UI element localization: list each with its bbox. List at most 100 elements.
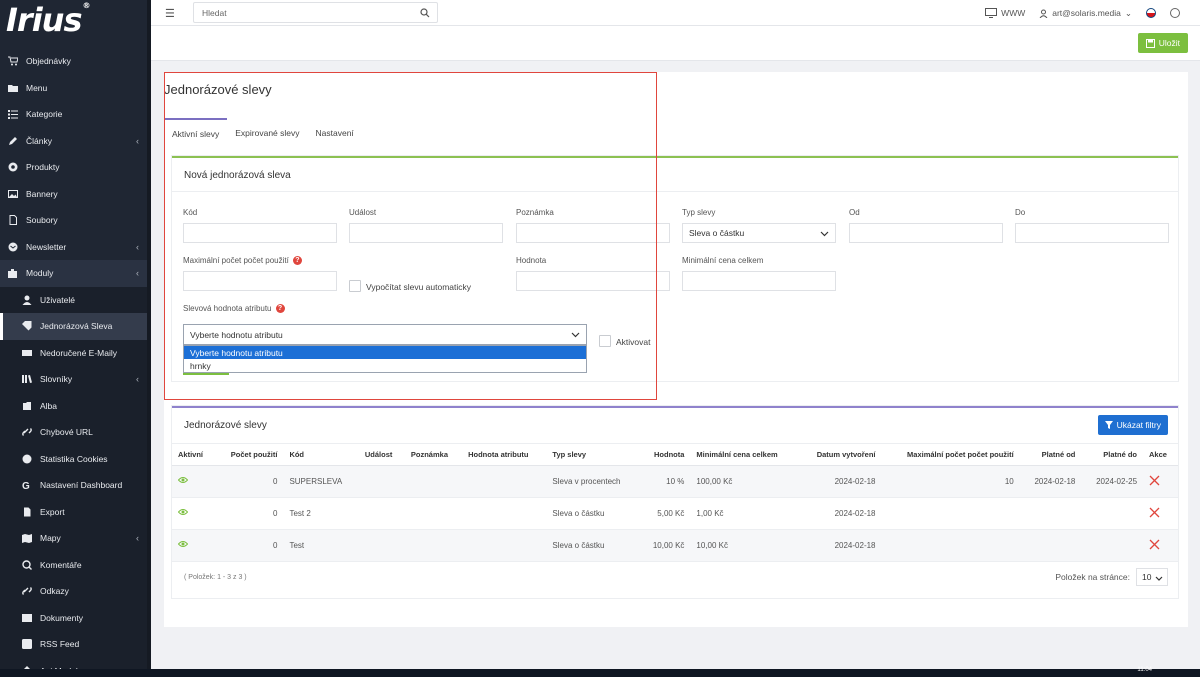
search-placeholder: Hledat bbox=[202, 7, 227, 18]
column-header[interactable]: Událost bbox=[358, 445, 405, 466]
sidebar-item-uzivatele[interactable]: Uživatelé bbox=[0, 286, 151, 313]
column-header[interactable]: Hodnota atributu bbox=[462, 445, 547, 466]
dropdown-option[interactable]: Vyberte hodnotu atributu bbox=[184, 346, 586, 359]
user-menu[interactable]: art@solaris.media ⌄ bbox=[1039, 8, 1132, 19]
sidebar-item-objednavky[interactable]: Objednávky bbox=[0, 48, 151, 75]
settings-icon[interactable] bbox=[1170, 8, 1180, 18]
cell-type: Sleva o částku bbox=[546, 497, 640, 530]
sidebar: Irius® Objednávky Menu Kategorie Články ‹ Pro… bbox=[0, 0, 151, 677]
note-input[interactable] bbox=[516, 223, 670, 243]
help-icon[interactable]: ? bbox=[292, 256, 302, 266]
delete-icon[interactable] bbox=[1149, 475, 1160, 488]
sidebar-item-export[interactable]: Export bbox=[0, 498, 151, 525]
discount-type-label: Typ slevy bbox=[682, 208, 716, 217]
event-input[interactable] bbox=[349, 223, 503, 243]
cell-code: Test bbox=[283, 529, 359, 562]
sidebar-item-kategorie[interactable]: Kategorie bbox=[0, 101, 151, 128]
eye-icon[interactable] bbox=[177, 541, 189, 550]
sidebar-item-chybove-url[interactable]: Chybové URL bbox=[0, 419, 151, 446]
sidebar-item-produkty[interactable]: Produkty bbox=[0, 154, 151, 181]
min-total-input[interactable] bbox=[682, 271, 836, 291]
puzzle-icon bbox=[8, 268, 18, 279]
tab-active-discounts[interactable]: Aktivní slevy bbox=[164, 118, 228, 148]
code-input[interactable] bbox=[183, 223, 337, 243]
table-row[interactable]: 0 Test 2 Sleva o částku 5,00 Kč 1,00 Kč 2024-… bbox=[172, 497, 1178, 530]
sidebar-item-alba[interactable]: Alba bbox=[0, 392, 151, 419]
menu-toggle-icon[interactable]: ☰ bbox=[165, 7, 175, 20]
sidebar-item-statistika-cookies[interactable]: Statistika Cookies bbox=[0, 445, 151, 472]
sidebar-item-label: Objednávky bbox=[26, 56, 71, 67]
cell-note bbox=[404, 529, 463, 562]
sidebar-item-dokumenty[interactable]: Dokumenty bbox=[0, 604, 151, 631]
sidebar-item-clanky[interactable]: Články ‹ bbox=[0, 128, 151, 155]
sidebar-item-mapy[interactable]: Mapy ‹ bbox=[0, 525, 151, 552]
sidebar-item-newsletter[interactable]: Newsletter ‹ bbox=[0, 234, 151, 261]
tab-expired-discounts[interactable]: Expirované slevy bbox=[227, 118, 307, 148]
to-date-input[interactable] bbox=[1015, 223, 1169, 243]
column-header[interactable]: Počet použití bbox=[215, 445, 284, 466]
column-header[interactable]: Platné od bbox=[1019, 445, 1082, 466]
sidebar-item-rss-feed[interactable]: RSS Feed bbox=[0, 631, 151, 658]
column-header[interactable]: Typ slevy bbox=[546, 445, 640, 466]
save-button[interactable]: Uložit bbox=[1137, 33, 1188, 53]
column-header[interactable]: Minimální cena celkem bbox=[690, 445, 800, 466]
language-flag-icon[interactable] bbox=[1146, 8, 1156, 18]
table-row[interactable]: 0 Test Sleva o částku 10,00 Kč 10,00 Kč 2024-… bbox=[172, 529, 1178, 562]
search-icon[interactable] bbox=[420, 8, 430, 18]
dropdown-option[interactable]: hrnky bbox=[184, 359, 586, 372]
sidebar-scrollbar[interactable] bbox=[147, 0, 151, 677]
activate-checkbox[interactable] bbox=[599, 335, 611, 347]
cell-event bbox=[358, 529, 405, 562]
sidebar-item-label: Jednorázová Sleva bbox=[40, 321, 113, 332]
logo[interactable]: Irius® bbox=[0, 0, 151, 40]
table-row[interactable]: 0 SUPERSLEVA Sleva v procentech 10 % 100,00 … bbox=[172, 465, 1178, 498]
column-header[interactable]: Datum vytvoření bbox=[799, 445, 882, 466]
delete-icon[interactable] bbox=[1149, 507, 1160, 520]
sidebar-item-bannery[interactable]: Bannery bbox=[0, 181, 151, 208]
column-header[interactable]: Maximální počet počet použití bbox=[881, 445, 1020, 466]
active-toggle[interactable] bbox=[172, 529, 216, 562]
eye-icon[interactable] bbox=[177, 509, 189, 518]
delete-icon[interactable] bbox=[1149, 539, 1160, 552]
sidebar-item-label: Nastavení Dashboard bbox=[40, 480, 123, 491]
auto-calc-checkbox[interactable] bbox=[349, 280, 361, 292]
max-uses-input[interactable] bbox=[183, 271, 337, 291]
column-header[interactable]: Akce bbox=[1143, 445, 1178, 466]
map-icon bbox=[22, 533, 32, 544]
help-icon[interactable]: ? bbox=[275, 304, 285, 314]
search-input[interactable]: Hledat bbox=[193, 2, 438, 23]
sidebar-item-nedorucene-e-maily[interactable]: Nedoručené E-Maily bbox=[0, 339, 151, 366]
active-toggle[interactable] bbox=[172, 497, 216, 530]
cell-value: 5,00 Kč bbox=[639, 497, 691, 530]
sidebar-item-slovniky[interactable]: Slovníky ‹ bbox=[0, 366, 151, 393]
eye-icon[interactable] bbox=[177, 477, 189, 486]
value-input[interactable] bbox=[516, 271, 670, 291]
column-header[interactable]: Kód bbox=[283, 445, 359, 466]
column-header[interactable]: Hodnota bbox=[639, 445, 691, 466]
sidebar-item-nastaveni-dashboard[interactable]: G Nastavení Dashboard bbox=[0, 472, 151, 499]
sidebar-item-jednorazova-sleva[interactable]: Jednorázová Sleva bbox=[0, 313, 151, 340]
show-filters-button[interactable]: Ukázat filtry bbox=[1097, 415, 1168, 435]
sidebar-item-label: Nedoručené E-Maily bbox=[40, 347, 118, 358]
user-icon bbox=[1039, 9, 1048, 18]
cell-type: Sleva o částku bbox=[546, 529, 640, 562]
save-label: Uložit bbox=[1158, 38, 1180, 48]
discount-type-select[interactable]: Sleva o částku bbox=[682, 223, 836, 243]
attribute-value-text: Slevová hodnota atributu bbox=[183, 304, 272, 313]
attribute-value-select[interactable]: Vyberte hodnotu atributu bbox=[183, 324, 587, 345]
column-header[interactable]: Poznámka bbox=[404, 445, 463, 466]
per-page-select[interactable]: 10 bbox=[1136, 568, 1168, 586]
from-date-input[interactable] bbox=[849, 223, 1003, 243]
tab-settings[interactable]: Nastavení bbox=[308, 118, 362, 148]
sidebar-item-komentare[interactable]: Komentáře bbox=[0, 551, 151, 578]
envelope-icon bbox=[8, 242, 18, 252]
column-header[interactable]: Platné do bbox=[1081, 445, 1144, 466]
www-link[interactable]: WWW bbox=[985, 8, 1025, 18]
sidebar-item-moduly[interactable]: Moduly ‹ bbox=[0, 260, 151, 287]
sidebar-item-label: Menu bbox=[26, 82, 48, 93]
column-header[interactable]: Aktivní bbox=[172, 445, 216, 466]
active-toggle[interactable] bbox=[172, 465, 216, 498]
sidebar-item-odkazy[interactable]: Odkazy bbox=[0, 578, 151, 605]
sidebar-item-soubory[interactable]: Soubory bbox=[0, 207, 151, 234]
sidebar-item-menu[interactable]: Menu bbox=[0, 75, 151, 102]
